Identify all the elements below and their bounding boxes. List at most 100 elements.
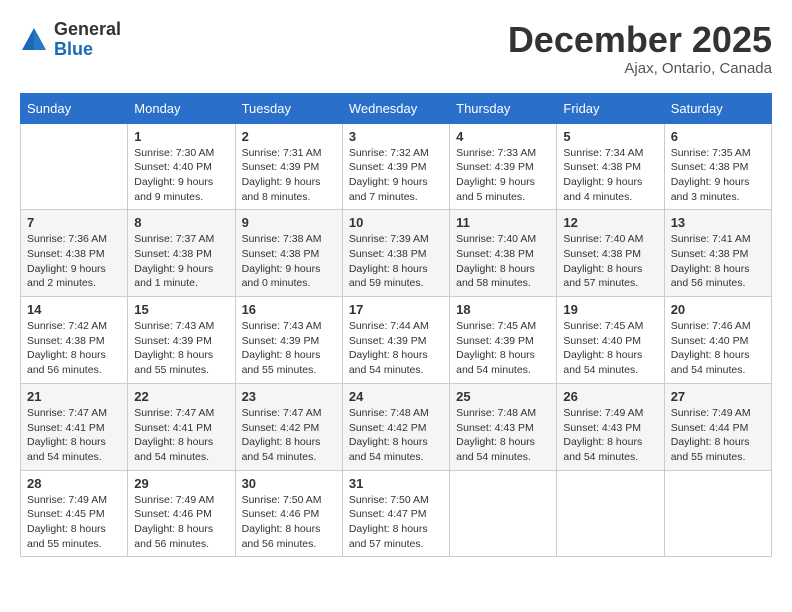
day-number: 27 [671,389,765,404]
weekday-header: Thursday [450,93,557,123]
calendar-cell: 2Sunrise: 7:31 AM Sunset: 4:39 PM Daylig… [235,123,342,210]
logo-line2: Blue [54,40,121,60]
day-info: Sunrise: 7:43 AM Sunset: 4:39 PM Dayligh… [242,319,336,378]
day-number: 19 [563,302,657,317]
day-info: Sunrise: 7:40 AM Sunset: 4:38 PM Dayligh… [456,232,550,291]
day-info: Sunrise: 7:48 AM Sunset: 4:42 PM Dayligh… [349,406,443,465]
calendar-week-row: 21 Sunrise: 7:47 AM Sunset: 4:41 PM Dayli… [21,383,772,470]
calendar-cell: 14 Sunrise: 7:42 AM Sunset: 4:38 PM Dayli… [21,297,128,384]
calendar-cell: 18Sunrise: 7:45 AM Sunset: 4:39 PM Dayli… [450,297,557,384]
month-title: December 2025 [508,20,772,60]
weekday-header: Friday [557,93,664,123]
calendar-cell: 28 Sunrise: 7:49 AM Sunset: 4:45 PM Dayli… [21,470,128,557]
day-info: Sunrise: 7:48 AM Sunset: 4:43 PM Dayligh… [456,406,550,465]
day-number: 21 [27,389,121,404]
day-info: Sunrise: 7:49 AM Sunset: 4:43 PM Dayligh… [563,406,657,465]
day-number: 23 [242,389,336,404]
day-number: 18 [456,302,550,317]
calendar-cell [21,123,128,210]
day-number: 6 [671,129,765,144]
day-number: 24 [349,389,443,404]
day-info: Sunrise: 7:50 AM Sunset: 4:47 PM Dayligh… [349,493,443,552]
weekday-header-row: SundayMondayTuesdayWednesdayThursdayFrid… [21,93,772,123]
day-info: Sunrise: 7:34 AM Sunset: 4:38 PM Dayligh… [563,146,657,205]
calendar-cell: 6 Sunrise: 7:35 AM Sunset: 4:38 PM Daylig… [664,123,771,210]
logo-line1: General [54,20,121,40]
calendar-cell: 20 Sunrise: 7:46 AM Sunset: 4:40 PM Dayli… [664,297,771,384]
calendar-cell: 27 Sunrise: 7:49 AM Sunset: 4:44 PM Dayli… [664,383,771,470]
day-number: 31 [349,476,443,491]
calendar-cell: 5 Sunrise: 7:34 AM Sunset: 4:38 PM Daylig… [557,123,664,210]
calendar-cell [450,470,557,557]
calendar-cell: 30 Sunrise: 7:50 AM Sunset: 4:46 PM Dayli… [235,470,342,557]
day-number: 30 [242,476,336,491]
calendar-cell: 19Sunrise: 7:45 AM Sunset: 4:40 PM Dayli… [557,297,664,384]
calendar-cell: 25Sunrise: 7:48 AM Sunset: 4:43 PM Dayli… [450,383,557,470]
calendar-cell: 22Sunrise: 7:47 AM Sunset: 4:41 PM Dayli… [128,383,235,470]
calendar-cell: 15 Sunrise: 7:43 AM Sunset: 4:39 PM Dayli… [128,297,235,384]
day-info: Sunrise: 7:50 AM Sunset: 4:46 PM Dayligh… [242,493,336,552]
calendar-cell [664,470,771,557]
day-info: Sunrise: 7:38 AM Sunset: 4:38 PM Dayligh… [242,232,336,291]
calendar-cell: 21 Sunrise: 7:47 AM Sunset: 4:41 PM Dayli… [21,383,128,470]
calendar-cell: 12 Sunrise: 7:40 AM Sunset: 4:38 PM Dayli… [557,210,664,297]
day-info: Sunrise: 7:43 AM Sunset: 4:39 PM Dayligh… [134,319,228,378]
day-number: 28 [27,476,121,491]
calendar-cell: 8Sunrise: 7:37 AM Sunset: 4:38 PM Daylig… [128,210,235,297]
day-number: 3 [349,129,443,144]
day-info: Sunrise: 7:40 AM Sunset: 4:38 PM Dayligh… [563,232,657,291]
calendar-cell: 24 Sunrise: 7:48 AM Sunset: 4:42 PM Dayli… [342,383,449,470]
day-info: Sunrise: 7:30 AM Sunset: 4:40 PM Dayligh… [134,146,228,205]
day-number: 13 [671,215,765,230]
day-info: Sunrise: 7:47 AM Sunset: 4:41 PM Dayligh… [134,406,228,465]
calendar-week-row: 1 Sunrise: 7:30 AM Sunset: 4:40 PM Daylig… [21,123,772,210]
day-info: Sunrise: 7:41 AM Sunset: 4:38 PM Dayligh… [671,232,765,291]
calendar-cell: 10 Sunrise: 7:39 AM Sunset: 4:38 PM Dayli… [342,210,449,297]
calendar-cell: 13 Sunrise: 7:41 AM Sunset: 4:38 PM Dayli… [664,210,771,297]
calendar-table: SundayMondayTuesdayWednesdayThursdayFrid… [20,93,772,558]
calendar-cell: 17 Sunrise: 7:44 AM Sunset: 4:39 PM Dayli… [342,297,449,384]
day-number: 12 [563,215,657,230]
day-info: Sunrise: 7:47 AM Sunset: 4:42 PM Dayligh… [242,406,336,465]
calendar-cell [557,470,664,557]
day-number: 2 [242,129,336,144]
day-number: 26 [563,389,657,404]
calendar-cell: 16 Sunrise: 7:43 AM Sunset: 4:39 PM Dayli… [235,297,342,384]
day-number: 1 [134,129,228,144]
day-number: 16 [242,302,336,317]
calendar-cell: 23 Sunrise: 7:47 AM Sunset: 4:42 PM Dayli… [235,383,342,470]
weekday-header: Monday [128,93,235,123]
calendar-week-row: 14 Sunrise: 7:42 AM Sunset: 4:38 PM Dayli… [21,297,772,384]
day-number: 8 [134,215,228,230]
weekday-header: Tuesday [235,93,342,123]
day-info: Sunrise: 7:47 AM Sunset: 4:41 PM Dayligh… [27,406,121,465]
day-number: 20 [671,302,765,317]
calendar-cell: 26 Sunrise: 7:49 AM Sunset: 4:43 PM Dayli… [557,383,664,470]
day-number: 15 [134,302,228,317]
calendar-week-row: 28 Sunrise: 7:49 AM Sunset: 4:45 PM Dayli… [21,470,772,557]
day-number: 14 [27,302,121,317]
day-info: Sunrise: 7:44 AM Sunset: 4:39 PM Dayligh… [349,319,443,378]
weekday-header: Wednesday [342,93,449,123]
calendar-cell: 9 Sunrise: 7:38 AM Sunset: 4:38 PM Daylig… [235,210,342,297]
day-info: Sunrise: 7:39 AM Sunset: 4:38 PM Dayligh… [349,232,443,291]
day-number: 5 [563,129,657,144]
day-info: Sunrise: 7:49 AM Sunset: 4:44 PM Dayligh… [671,406,765,465]
day-number: 7 [27,215,121,230]
calendar-cell: 29Sunrise: 7:49 AM Sunset: 4:46 PM Dayli… [128,470,235,557]
weekday-header: Saturday [664,93,771,123]
day-info: Sunrise: 7:46 AM Sunset: 4:40 PM Dayligh… [671,319,765,378]
day-number: 10 [349,215,443,230]
title-block: December 2025 Ajax, Ontario, Canada [508,20,772,77]
day-info: Sunrise: 7:35 AM Sunset: 4:38 PM Dayligh… [671,146,765,205]
day-number: 9 [242,215,336,230]
calendar-cell: 1 Sunrise: 7:30 AM Sunset: 4:40 PM Daylig… [128,123,235,210]
calendar-cell: 7Sunrise: 7:36 AM Sunset: 4:38 PM Daylig… [21,210,128,297]
day-info: Sunrise: 7:42 AM Sunset: 4:38 PM Dayligh… [27,319,121,378]
calendar-cell: 11Sunrise: 7:40 AM Sunset: 4:38 PM Dayli… [450,210,557,297]
day-info: Sunrise: 7:49 AM Sunset: 4:45 PM Dayligh… [27,493,121,552]
logo-text: General Blue [54,20,121,60]
day-number: 17 [349,302,443,317]
calendar-cell: 4Sunrise: 7:33 AM Sunset: 4:39 PM Daylig… [450,123,557,210]
logo: General Blue [20,20,121,60]
